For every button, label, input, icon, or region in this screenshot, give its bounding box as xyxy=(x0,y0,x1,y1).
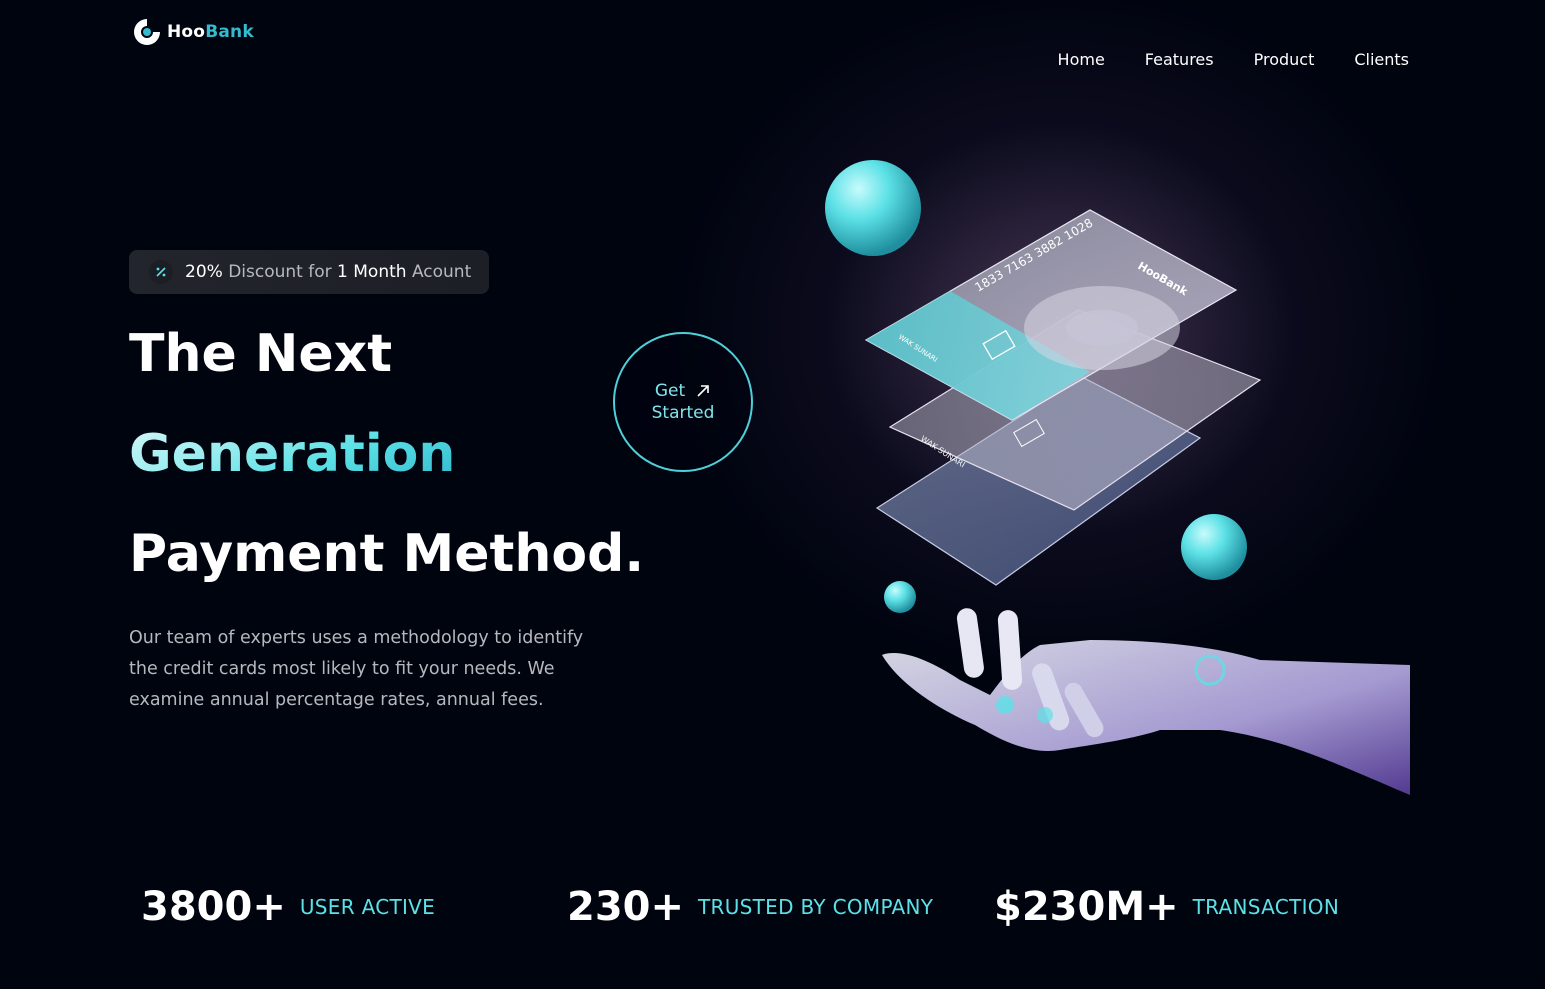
cta-label-line1: Get xyxy=(654,381,686,401)
brand-logo[interactable]: HooBank xyxy=(131,16,254,48)
nav-features[interactable]: Features xyxy=(1145,50,1214,69)
stat-label: TRUSTED BY COMPANY xyxy=(698,895,934,919)
hero-title-line1: The Next xyxy=(129,324,393,384)
robot-hand xyxy=(882,608,1410,795)
hero-description: Our team of experts uses a methodology t… xyxy=(129,628,584,710)
stat-users: 3800+ USER ACTIVE xyxy=(141,884,435,930)
discount-badge: 20% Discount for 1 Month Acount xyxy=(129,250,489,294)
stat-value: 230+ xyxy=(567,884,685,930)
brand-name: HooBank xyxy=(167,22,254,42)
stat-value: $230M+ xyxy=(994,884,1179,930)
stat-label: TRANSACTION xyxy=(1192,895,1340,919)
main-nav: Home Features Product Clients xyxy=(1058,50,1409,69)
nav-clients[interactable]: Clients xyxy=(1354,50,1409,69)
nav-product[interactable]: Product xyxy=(1254,50,1315,69)
sphere-large xyxy=(825,160,921,256)
stat-value: 3800+ xyxy=(141,884,286,930)
get-started-button[interactable]: Get Started xyxy=(613,332,753,472)
stat-label: USER ACTIVE xyxy=(299,895,436,919)
hero-title-line3: Payment Method. xyxy=(129,524,645,584)
hoobank-logo-icon xyxy=(134,19,160,45)
sphere-small xyxy=(884,581,916,613)
hero-title-line2: Generation xyxy=(129,424,456,484)
stat-transactions: $230M+ TRANSACTION xyxy=(994,884,1339,930)
nav-home[interactable]: Home xyxy=(1058,50,1105,69)
hero-illustration: WAK SUNARI 1833 7163 3882 1028 HooBank W… xyxy=(825,160,1410,795)
sphere-medium xyxy=(1181,514,1247,580)
landing-page: HooBank Home Features Product Clients 20… xyxy=(0,0,1545,989)
percent-icon xyxy=(149,260,173,284)
arrow-up-right-icon xyxy=(697,385,709,397)
stat-companies: 230+ TRUSTED BY COMPANY xyxy=(567,884,933,930)
discount-text: 20% Discount for 1 Month Acount xyxy=(185,262,472,282)
cta-label-line2: Started xyxy=(651,403,715,423)
